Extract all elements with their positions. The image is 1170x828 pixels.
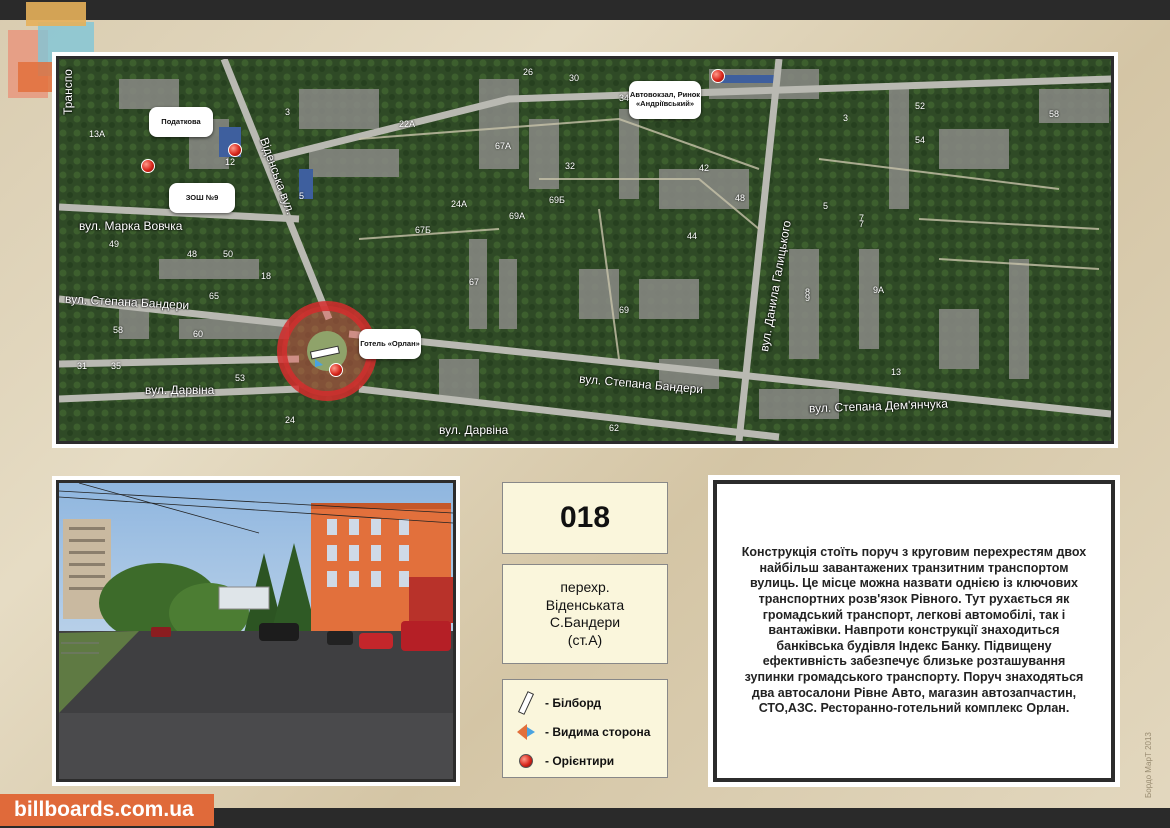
house-number: 44 (687, 231, 698, 241)
house-number: 32 (565, 161, 576, 171)
house-number: 34 (619, 93, 630, 103)
house-number: 30 (569, 73, 580, 83)
house-number: 9 (805, 293, 811, 303)
house-number: 50 (223, 249, 234, 259)
street-label-marka-vovchka: вул. Марка Вовчка (79, 219, 183, 233)
house-number: 67Б (415, 225, 431, 235)
house-number: 22А (399, 119, 416, 129)
visible-side-icon (513, 720, 539, 744)
top-bar (0, 0, 1170, 20)
landmark-autostation: Автовокзал, Ринок «Андріївський» (629, 81, 701, 119)
legend-item-billboard: - Білборд (513, 688, 667, 717)
legend-item-visible-side: - Видима сторона (513, 717, 667, 746)
house-number: 3 (843, 113, 849, 123)
house-number: 53 (235, 373, 246, 383)
location-map: Віденська вул. вул. Марка Вовчка вул. Ст… (52, 52, 1118, 448)
landmark-marker (228, 143, 242, 157)
house-number: 35 (111, 361, 122, 371)
house-number: 67 (469, 277, 480, 287)
house-number: 60 (193, 329, 204, 339)
house-number: 65 (209, 291, 220, 301)
house-number: 54 (915, 135, 926, 145)
house-number: 5 (299, 191, 305, 201)
address-line: (ст.А) (567, 631, 603, 648)
legend-label: - Орієнтири (545, 753, 615, 768)
house-number: 18 (261, 271, 272, 281)
house-number: 49 (109, 239, 120, 249)
street-label-darvina-bottom: вул. Дарвіна (439, 423, 509, 437)
landmark-podatkova: Податкова (149, 107, 213, 137)
house-number: 58 (1049, 109, 1060, 119)
house-number: 48 (735, 193, 746, 203)
house-number: 69А (509, 211, 526, 221)
landmark-icon (513, 749, 539, 773)
landmark-marker (141, 159, 155, 173)
house-number: 13А (89, 129, 106, 139)
house-number: 24А (451, 199, 468, 209)
description-panel: Конструкція стоїть поруч з круговим пере… (708, 475, 1120, 787)
house-number: 3 (285, 107, 291, 117)
legend-label: - Білборд (545, 695, 602, 710)
address-line: перехр. (560, 579, 610, 595)
house-number: 67А (495, 141, 512, 151)
house-number: 58 (113, 325, 124, 335)
landmark-marker (711, 69, 725, 83)
legend-label: - Видима сторона (545, 724, 651, 739)
street-label-darvina-left: вул. Дарвіна (145, 383, 215, 397)
house-number: 26 (523, 67, 534, 77)
house-number: 5 (823, 201, 829, 211)
house-number: 48 (187, 249, 198, 259)
legend-item-landmarks: - Орієнтири (513, 746, 667, 775)
house-number: 31 (77, 361, 88, 371)
address-line: С.Бандери (549, 614, 621, 630)
billboard-icon (309, 345, 340, 367)
description-text: Конструкція стоїть поруч з круговим пере… (741, 545, 1087, 716)
landmark-hotel: Готель «Орлан» (359, 329, 421, 359)
address-line: Віденськата (545, 596, 625, 613)
house-number: 62 (609, 423, 620, 433)
house-number: 69 (619, 305, 630, 315)
house-number: 7 (859, 219, 865, 229)
credit-text: Бордо МарТ 2013 (1144, 732, 1153, 798)
billboard-address: перехр. Віденськата С.Бандери (ст.А) (502, 564, 668, 664)
house-number: 9А (873, 285, 885, 295)
location-photo (52, 476, 460, 786)
landmark-zosh9: ЗОШ №9 (169, 183, 235, 213)
house-number: 42 (699, 163, 710, 173)
house-number: 24 (285, 415, 296, 425)
street-photo (59, 483, 453, 779)
house-number: 69Б (549, 195, 565, 205)
map-legend: - Білборд - Видима сторона - Орієнтири (502, 679, 668, 778)
map-canvas: Віденська вул. вул. Марка Вовчка вул. Ст… (56, 56, 1114, 444)
house-number: 13 (891, 367, 902, 377)
street-label-transport: Транспо (60, 69, 75, 115)
billboard-code: 018 (502, 482, 668, 554)
house-number: 12 (225, 157, 236, 167)
site-name: billboards.com.ua (0, 794, 214, 826)
billboard-icon (513, 690, 539, 715)
house-number: 52 (915, 101, 926, 111)
